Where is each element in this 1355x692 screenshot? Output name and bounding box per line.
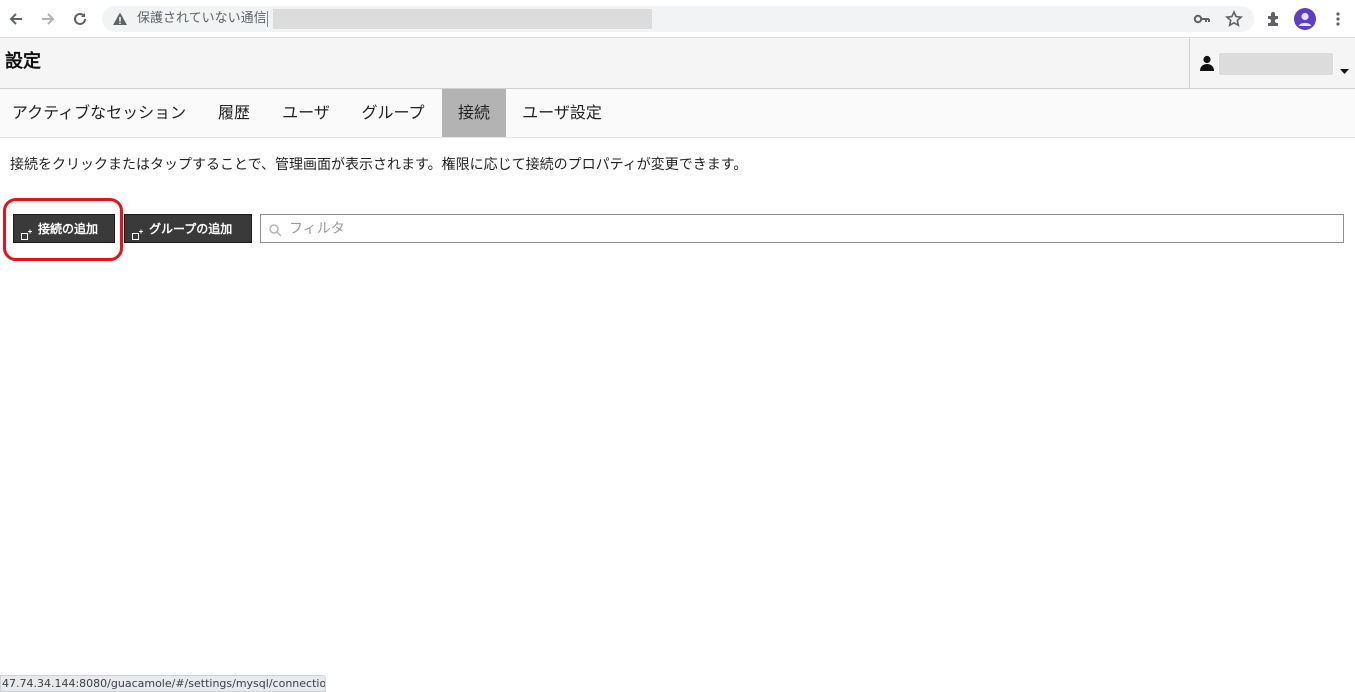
chevron-down-icon[interactable] xyxy=(1340,60,1349,79)
add-connection-icon xyxy=(21,223,33,252)
tab-history[interactable]: 履歴 xyxy=(206,89,262,137)
settings-tabs: アクティブなセッション 履歴 ユーザ グループ 接続 ユーザ設定 xyxy=(0,89,1355,138)
extensions-icon[interactable] xyxy=(1263,8,1285,30)
browser-toolbar: 保護されていない通信 xyxy=(0,0,1355,38)
profile-icon[interactable] xyxy=(1294,8,1316,30)
tab-groups[interactable]: グループ xyxy=(349,89,437,137)
warning-icon[interactable] xyxy=(112,11,128,31)
add-group-button[interactable]: グループの追加 xyxy=(124,214,252,243)
address-bar[interactable]: 保護されていない通信 xyxy=(102,6,1254,32)
add-connection-button[interactable]: 接続の追加 xyxy=(13,214,115,243)
username-redacted xyxy=(1219,53,1333,75)
star-icon[interactable] xyxy=(1223,8,1245,30)
forward-icon[interactable] xyxy=(37,8,59,30)
user-menu[interactable] xyxy=(1189,38,1355,89)
user-icon xyxy=(1200,55,1214,75)
add-connection-label: 接続の追加 xyxy=(38,222,99,236)
tab-active-sessions[interactable]: アクティブなセッション xyxy=(0,89,198,137)
url-redacted[interactable] xyxy=(273,9,652,29)
key-icon[interactable] xyxy=(1191,8,1213,30)
add-group-label: グループの追加 xyxy=(149,222,233,236)
filter-input[interactable] xyxy=(289,217,1329,240)
back-icon[interactable] xyxy=(5,8,27,30)
divider xyxy=(267,11,268,27)
app-header: 設定 xyxy=(0,38,1355,89)
link-status-bar: 47.74.34.144:8080/guacamole/#/settings/m… xyxy=(0,675,326,692)
tab-connections[interactable]: 接続 xyxy=(442,89,506,137)
security-status-text[interactable]: 保護されていない通信 xyxy=(137,11,267,27)
search-icon xyxy=(269,222,282,241)
add-group-icon xyxy=(132,223,144,252)
reload-icon[interactable] xyxy=(69,8,91,30)
page-title: 設定 xyxy=(5,51,41,72)
filter-field[interactable] xyxy=(260,214,1344,243)
tab-users[interactable]: ユーザ xyxy=(268,89,344,137)
page-description: 接続をクリックまたはタップすることで、管理画面が表示されます。権限に応じて接続の… xyxy=(10,157,748,173)
tab-user-settings[interactable]: ユーザ設定 xyxy=(514,89,610,137)
more-icon[interactable] xyxy=(1327,8,1349,30)
